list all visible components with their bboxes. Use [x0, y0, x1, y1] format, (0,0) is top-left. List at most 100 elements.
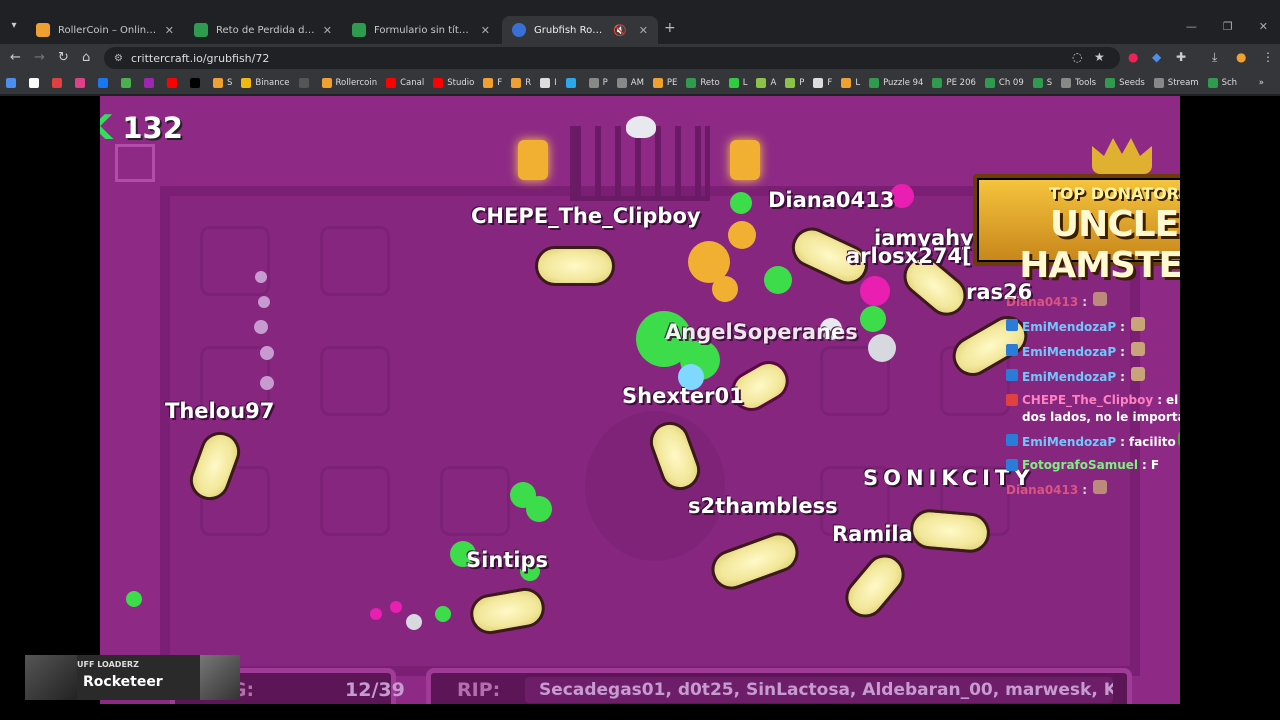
bookmark-item[interactable] — [29, 78, 43, 88]
bookmark-favicon-icon — [298, 78, 309, 88]
crown-icon — [1092, 138, 1152, 174]
site-info-icon[interactable]: ⚙ — [114, 53, 123, 64]
more-bookmarks-icon[interactable]: » — [1259, 78, 1264, 88]
chat-username[interactable]: Diana0413 — [1006, 483, 1078, 497]
chat-message: FotografoSamuel: F — [1006, 457, 1180, 474]
bookmark-item[interactable] — [75, 78, 89, 88]
bookmark-item[interactable] — [190, 78, 204, 88]
download-icon[interactable]: ⤓ — [1212, 50, 1217, 65]
bookmark-favicon-icon — [540, 78, 551, 88]
bookmark-label: F — [497, 78, 503, 88]
close-tab-icon[interactable]: ✕ — [481, 24, 490, 37]
close-window-icon[interactable]: ✕ — [1259, 20, 1268, 33]
food-blob — [860, 306, 886, 332]
tab-search-icon[interactable]: ▾ — [6, 20, 22, 36]
home-icon[interactable]: ⌂ — [82, 50, 90, 65]
bookmark-item[interactable] — [565, 78, 580, 88]
restore-icon[interactable]: ❐ — [1223, 20, 1233, 33]
bookmark-item[interactable]: P — [785, 78, 804, 88]
bookmark-favicon-icon — [932, 78, 943, 88]
bookmark-item[interactable]: Binance — [241, 78, 290, 88]
tab-grubfish[interactable]: Grubfish Royale 🔇 ✕ — [502, 16, 658, 44]
bookmark-item[interactable]: A — [756, 78, 776, 88]
bookmark-item[interactable]: I — [540, 78, 557, 88]
chat-username[interactable]: EmiMendozaP — [1022, 370, 1116, 384]
bookmark-item[interactable]: P — [588, 78, 608, 88]
chat-username[interactable]: EmiMendozaP — [1022, 320, 1116, 334]
bookmark-label: Puzzle 94 — [883, 78, 924, 88]
bookmark-item[interactable]: Studio — [433, 78, 474, 88]
bookmark-item[interactable]: L — [728, 78, 747, 88]
bookmarks-bar: S Binance Rollercoin Canal Studio F R I P AM PE Ret… — [0, 72, 1280, 94]
tab-formulario[interactable]: Formulario sin título (Respuestas) ✕ — [342, 16, 500, 44]
food-blob — [258, 296, 270, 308]
profile-avatar-icon[interactable]: ● — [1236, 50, 1246, 64]
close-tab-icon[interactable]: ✕ — [639, 24, 648, 37]
tab-reto[interactable]: Reto de Perdida de Peso - El Mejor ✕ — [184, 16, 342, 44]
chat-separator: : — [1120, 435, 1125, 449]
close-tab-icon[interactable]: ✕ — [323, 24, 332, 37]
extensions-puzzle-icon[interactable]: ✚ — [1176, 50, 1186, 64]
bookmark-item[interactable]: Reto — [686, 78, 720, 88]
bookmark-item[interactable] — [6, 78, 20, 88]
bookmark-item[interactable] — [98, 78, 112, 88]
bookmark-item[interactable]: S — [1032, 78, 1052, 88]
chat-username[interactable]: EmiMendozaP — [1022, 435, 1116, 449]
donator-name: UNCLE HAMSTER — [1019, 204, 1180, 286]
bookmark-star-icon[interactable]: ★ — [1094, 50, 1105, 64]
bookmark-favicon-icon — [813, 78, 824, 88]
bookmark-item[interactable]: Seeds — [1105, 78, 1145, 88]
bookmark-item[interactable]: F — [483, 78, 502, 88]
bookmark-item[interactable] — [167, 78, 181, 88]
game-canvas[interactable]: K 132 CHEPE_The_Clipboy Diana0413 iamyah… — [100, 96, 1180, 704]
menu-kebab-icon[interactable]: ⋮ — [1262, 50, 1274, 64]
bookmark-item[interactable]: AM — [616, 78, 644, 88]
food-blob — [370, 608, 382, 620]
bookmark-item[interactable]: Puzzle 94 — [869, 78, 923, 88]
bookmark-item[interactable]: Ch 09 — [984, 78, 1024, 88]
bookmark-item[interactable]: PE 206 — [932, 78, 976, 88]
chat-username[interactable]: CHEPE_The_Clipboy — [1022, 393, 1153, 407]
chat-username[interactable]: FotografoSamuel — [1022, 458, 1138, 472]
bookmark-item[interactable] — [144, 78, 158, 88]
bookmark-label: Canal — [400, 78, 425, 88]
bookmark-item[interactable]: F — [813, 78, 832, 88]
player-name: CHEPE_The_Clipboy — [471, 204, 701, 228]
new-tab-button[interactable]: + — [664, 20, 676, 36]
bookmark-item[interactable] — [121, 78, 135, 88]
tab-rollercoin[interactable]: RollerCoin – Online Bitcoin Mining Simul… — [26, 16, 184, 44]
bookmark-item[interactable]: S — [213, 78, 232, 88]
bookmark-favicon-icon — [616, 78, 627, 88]
player-name: Thelou97 — [165, 399, 275, 423]
reload-icon[interactable]: ↻ — [58, 50, 69, 65]
close-tab-icon[interactable]: ✕ — [165, 24, 174, 37]
food-blob — [260, 376, 274, 390]
food-blob — [390, 601, 402, 613]
extension-fox-icon[interactable]: ● — [1128, 50, 1138, 64]
bookmark-label: Reto — [700, 78, 720, 88]
bookmark-item[interactable]: Tools — [1061, 78, 1096, 88]
bookmark-item[interactable]: Sch — [1207, 78, 1237, 88]
mute-tab-icon[interactable]: 🔇 — [613, 24, 627, 37]
address-bar[interactable]: ⚙ crittercraft.io/grubfish/72 — [104, 47, 1120, 69]
chat-username[interactable]: Diana0413 — [1006, 295, 1078, 309]
bookmark-item[interactable]: PE — [652, 78, 677, 88]
bookmark-item[interactable]: Canal — [386, 78, 424, 88]
minimize-icon[interactable]: — — [1186, 20, 1197, 33]
forward-icon[interactable]: → — [34, 50, 45, 65]
bookmark-item[interactable]: L — [841, 78, 860, 88]
bookmark-favicon-icon — [565, 78, 576, 88]
window-controls: — ❐ ✕ — [1186, 20, 1268, 33]
eye-off-icon[interactable]: ◌ — [1072, 50, 1082, 64]
bookmark-item[interactable]: Stream — [1153, 78, 1199, 88]
bookmark-item[interactable]: R — [511, 78, 531, 88]
chat-username[interactable]: EmiMendozaP — [1022, 345, 1116, 359]
bookmark-item[interactable] — [298, 78, 313, 88]
back-icon[interactable]: ← — [10, 50, 21, 65]
extension-shield-icon[interactable]: ◆ — [1152, 50, 1161, 64]
stream-chat: Diana0413: EmiMendozaP: EmiMendozaP: EmiMen… — [1006, 292, 1180, 505]
chat-message: EmiMendozaP: — [1006, 367, 1180, 386]
bookmark-item[interactable] — [52, 78, 66, 88]
bookmark-item[interactable]: Rollercoin — [321, 78, 377, 88]
food-blob — [406, 614, 422, 630]
